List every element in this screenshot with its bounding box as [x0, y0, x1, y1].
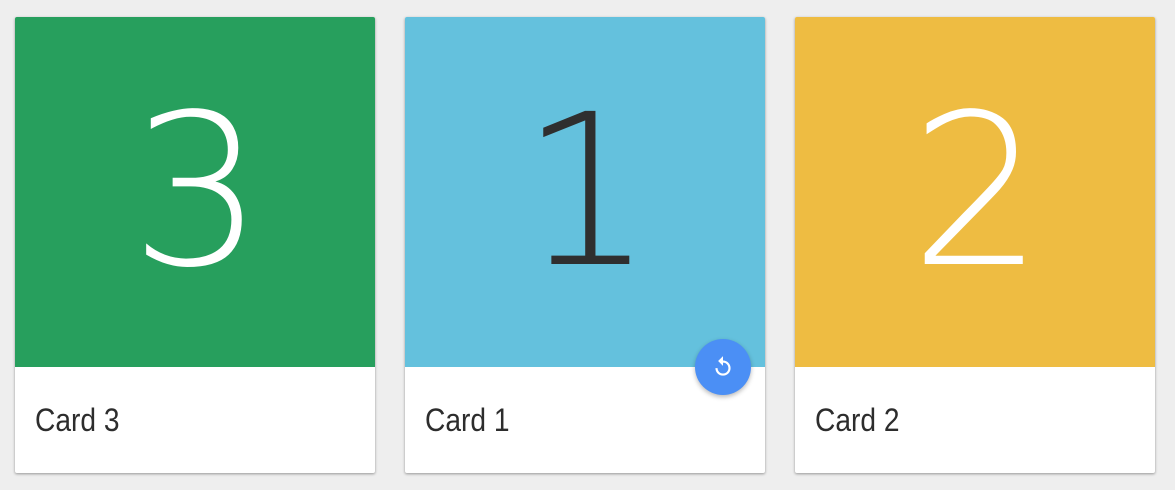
card-number: 2: [910, 69, 1044, 314]
card-number: 3: [130, 69, 264, 314]
card-grid: 3 Card 3 1 Card 1 2 Card 2: [0, 0, 1175, 490]
card-media: 2: [795, 17, 1155, 367]
undo-icon: [710, 354, 736, 380]
card-media: 3: [15, 17, 375, 367]
card-1[interactable]: 1 Card 1: [405, 17, 765, 473]
card-title: Card 2: [815, 402, 900, 438]
card-number: 1: [520, 69, 654, 314]
card-3[interactable]: 3 Card 3: [15, 17, 375, 473]
card-media: 1: [405, 17, 765, 395]
card-2[interactable]: 2 Card 2: [795, 17, 1155, 473]
card-title: Card 3: [35, 402, 120, 438]
undo-button[interactable]: [695, 339, 751, 395]
card-title: Card 1: [425, 402, 510, 438]
